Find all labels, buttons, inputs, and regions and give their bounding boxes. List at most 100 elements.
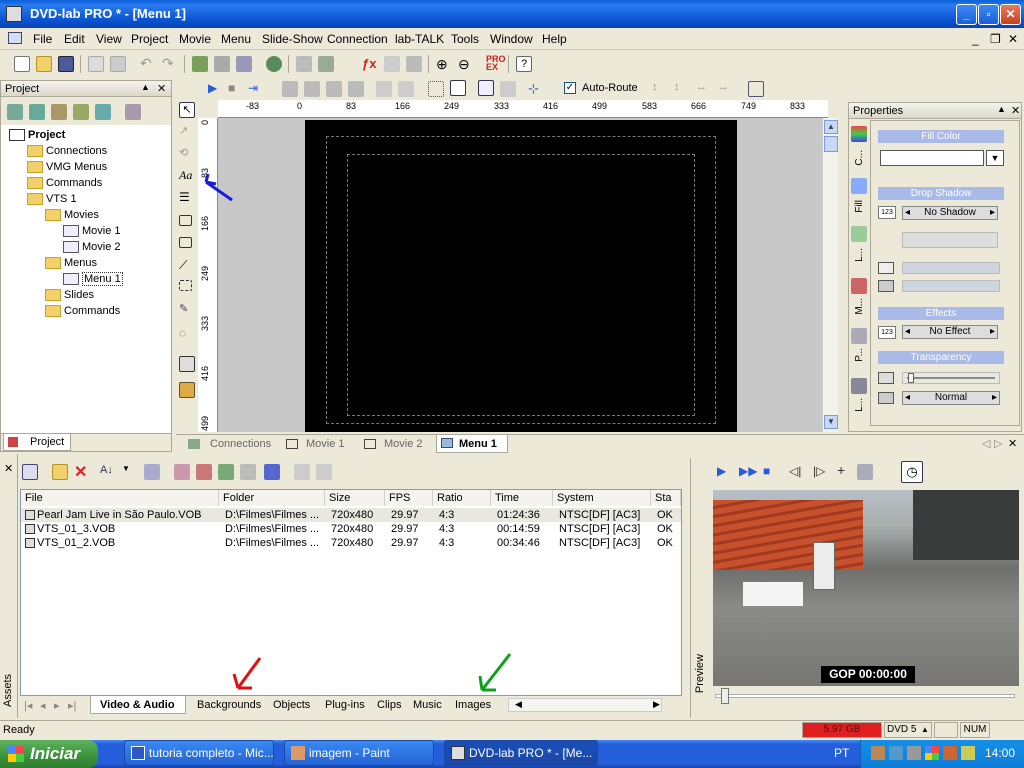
table-row[interactable]: Pearl Jam Live in São Paulo.VOB D:\Filmes… (21, 508, 681, 522)
space-h-icon[interactable]: ↔ (696, 81, 712, 97)
menu-project[interactable]: Project (131, 32, 168, 46)
assets-file-list[interactable]: File Folder Size FPS Ratio Time System Sta Pear… (20, 489, 682, 696)
preview-seek-track[interactable] (715, 694, 1015, 698)
find-icon[interactable] (236, 56, 252, 72)
language-indicator[interactable]: PT (834, 746, 849, 760)
table-row[interactable]: VTS_01_2.VOB D:\Filmes\Filmes ... 720x480 2… (21, 536, 681, 550)
taskbar-item-dvdlab[interactable]: DVD-lab PRO * - [Me... (444, 740, 598, 766)
tray-icon-6[interactable] (961, 746, 975, 760)
space-v-icon[interactable]: ↕ (652, 81, 668, 97)
preview-stop-icon[interactable]: ■ (763, 464, 770, 478)
scroll-thumb[interactable] (824, 136, 838, 152)
column-header[interactable]: File (21, 490, 219, 506)
preview-ff-icon[interactable]: ▶▶ (739, 464, 757, 478)
play-icon[interactable]: ▶ (208, 81, 217, 95)
pointer-icon[interactable]: ↖ (179, 102, 195, 118)
new-icon[interactable] (14, 56, 30, 72)
effect-spinner[interactable]: ◂ No Effect ▸ (902, 325, 998, 339)
open-icon[interactable] (36, 56, 52, 72)
link-icon-2[interactable] (304, 81, 320, 97)
properties-close-icon[interactable]: ✕ (1011, 104, 1020, 117)
tray-icon-5[interactable] (943, 746, 957, 760)
copy-icon[interactable] (88, 56, 104, 72)
column-header[interactable]: Sta (651, 490, 681, 506)
close-button[interactable]: ✕ (1000, 4, 1021, 25)
h-scroll-left-icon[interactable]: ◀ (515, 699, 522, 710)
help-icon[interactable]: ? (516, 56, 532, 72)
side-tab-fill[interactable]: Fill (854, 200, 865, 213)
magic-icon[interactable] (318, 56, 334, 72)
asset-tool-7[interactable] (294, 464, 310, 480)
tray-icon-1[interactable] (871, 746, 885, 760)
menu-file[interactable]: File (33, 32, 52, 46)
image-frame-icon[interactable] (179, 356, 195, 372)
h-scroll-right-icon[interactable]: ▶ (653, 699, 660, 710)
tab-video-audio[interactable]: Video & Audio (90, 696, 186, 714)
tree-item[interactable]: Commands (27, 175, 102, 191)
assets-close-icon[interactable]: ✕ (4, 462, 13, 475)
side-tab-m[interactable]: M... (854, 298, 865, 315)
route-icon[interactable]: ⊹ (528, 81, 544, 97)
tab-menu-1[interactable]: Menu 1 (436, 435, 508, 453)
color-tab-icon[interactable] (851, 126, 867, 142)
column-header[interactable]: Size (325, 490, 385, 506)
tab-next-icon[interactable]: ▸ (54, 699, 60, 712)
compile-icon[interactable] (266, 56, 282, 72)
tree-item[interactable]: Menus (45, 255, 97, 271)
grid-icon[interactable] (428, 81, 444, 97)
text-icon[interactable]: Aa (179, 168, 195, 184)
snap-icon[interactable] (450, 80, 466, 96)
shadow-spinner[interactable]: ◂ No Shadow ▸ (902, 206, 998, 220)
stop-icon[interactable]: ■ (228, 81, 235, 95)
tab-movie-1[interactable]: Movie 1 (284, 437, 358, 453)
layers-tab-icon[interactable] (851, 378, 867, 394)
menu-view[interactable]: View (96, 32, 122, 46)
title-bar[interactable]: DVD-lab PRO * - [Menu 1] _ ▫ ✕ (0, 0, 1024, 28)
vts-icon[interactable]: ƒx (362, 56, 378, 72)
asset-tool-8[interactable] (316, 464, 332, 480)
misc-tab-icon[interactable] (851, 278, 867, 294)
menu-tools[interactable]: Tools (451, 32, 479, 46)
tab-connections[interactable]: Connections (186, 437, 278, 453)
tab-backgrounds[interactable]: Backgrounds (197, 699, 261, 711)
canvas-scrollbar[interactable]: ▲ ▼ (822, 118, 838, 432)
polygon-icon[interactable]: ⟋ (179, 258, 195, 274)
auto-icon[interactable] (125, 104, 141, 120)
tab-prev-icon[interactable]: ◂ (40, 699, 46, 712)
column-header[interactable]: System (553, 490, 651, 506)
mdi-close[interactable]: ✕ (1008, 32, 1018, 46)
asset-view-icon[interactable] (22, 464, 38, 480)
line-tab-icon[interactable] (851, 226, 867, 242)
shadow-next-icon[interactable]: ▸ (990, 207, 995, 219)
link-icon-4[interactable] (348, 81, 364, 97)
link-icon-1[interactable] (282, 81, 298, 97)
menu-help[interactable]: Help (542, 32, 567, 46)
disc-type-arrow-icon[interactable]: ▲ (921, 723, 929, 737)
maximize-button[interactable]: ▫ (978, 4, 999, 25)
frame-icon[interactable] (179, 237, 192, 248)
wizard-icon[interactable] (192, 56, 208, 72)
space-v2-icon[interactable]: ↕ (674, 81, 690, 97)
undo-icon[interactable]: ↶ (140, 56, 156, 72)
add-menu-icon[interactable] (51, 104, 67, 120)
add-vmg-icon[interactable] (7, 104, 23, 120)
tab-first-icon[interactable]: |◂ (24, 699, 32, 712)
preview-next-frame-icon[interactable]: |▷ (813, 464, 825, 478)
align-icon-2[interactable] (398, 81, 414, 97)
taskbar-item-word[interactable]: tutoria completo - Mic... (124, 740, 274, 766)
transparency-slider[interactable] (902, 372, 1000, 384)
tree-item[interactable]: Slides (45, 287, 94, 303)
panel-close-icon[interactable]: ✕ (157, 82, 166, 95)
tree-item[interactable]: Movies (45, 207, 99, 223)
add-movie-icon[interactable] (73, 104, 89, 120)
save-icon[interactable] (58, 56, 74, 72)
tab-close-icon[interactable]: ✕ (1008, 437, 1017, 450)
tree-item[interactable]: VMG Menus (27, 159, 107, 175)
align-icon-1[interactable] (376, 81, 392, 97)
zoom-in-icon[interactable]: ⊕ (436, 56, 452, 72)
fill-color-swatch[interactable] (880, 150, 984, 166)
menu-window[interactable]: Window (490, 32, 533, 46)
tab-music[interactable]: Music (413, 699, 442, 711)
rotate-icon[interactable]: ⟲ (179, 146, 195, 162)
mdi-minimize[interactable]: _ (972, 32, 979, 46)
